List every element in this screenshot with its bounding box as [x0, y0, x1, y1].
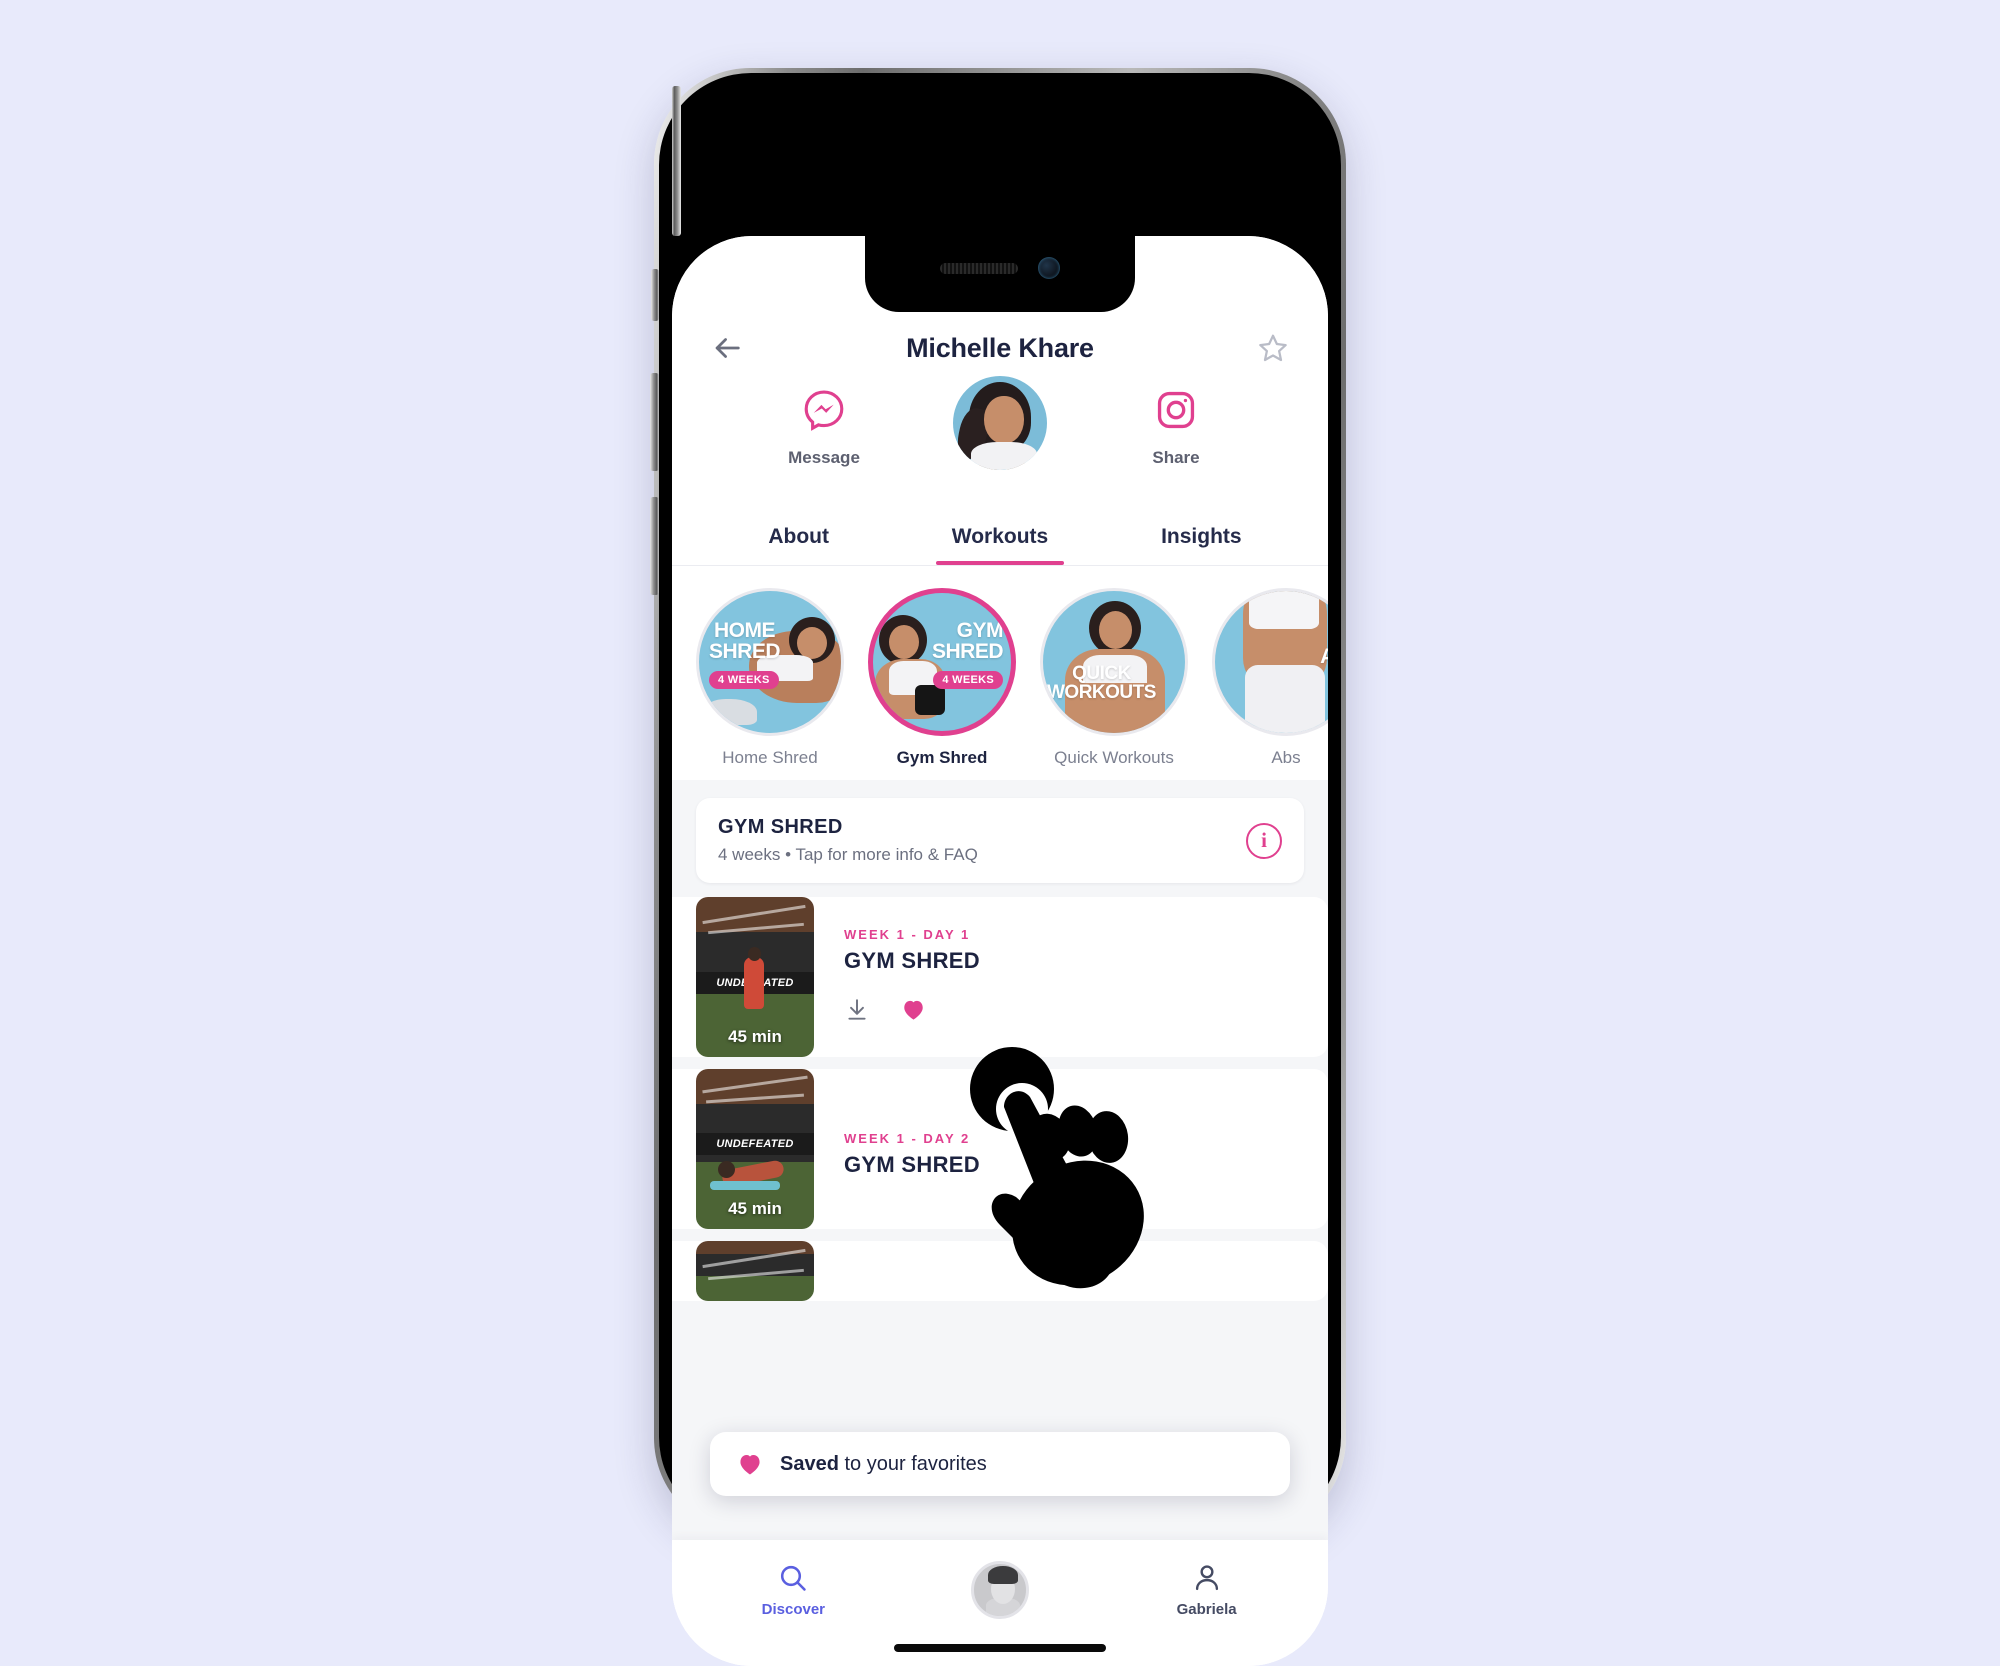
workout-card[interactable]: UNDEFEATED 45 min WEEK 1 - DAY 2 GYM SHR…: [672, 1069, 1328, 1229]
program-info-title: GYM SHRED: [718, 816, 843, 838]
person-icon: [1195, 1565, 1218, 1591]
back-button[interactable]: [704, 325, 750, 371]
program-badge: 4 WEEKS: [933, 671, 1003, 689]
program-label: Home Shred: [722, 748, 818, 767]
program-gym-shred[interactable]: GYM SHRED 4 WEEKS Gym Shred: [868, 588, 1016, 768]
workout-title: GYM SHRED: [844, 948, 980, 973]
share-label: Share: [1152, 448, 1200, 467]
instagram-icon: [1157, 391, 1195, 429]
front-camera-icon: [1038, 257, 1060, 279]
workout-info: WEEK 1 - DAY 1 GYM SHRED: [814, 897, 1328, 1057]
workout-title: GYM SHRED: [844, 1152, 980, 1177]
program-label: Abs: [1271, 748, 1301, 767]
program-thumbnail: GYM SHRED 4 WEEKS: [868, 588, 1016, 736]
workout-info: [814, 1241, 1328, 1301]
toast-notification: Saved to your favorites: [710, 1432, 1290, 1496]
heart-filled-icon[interactable]: [900, 996, 927, 1023]
program-quick-workouts[interactable]: QUICK WORKOUTS Quick Workouts: [1040, 588, 1188, 768]
workout-duration: 45 min: [728, 1027, 782, 1046]
workout-info: WEEK 1 - DAY 2 GYM SHRED: [814, 1069, 1328, 1229]
tab-workouts[interactable]: Workouts: [899, 525, 1100, 565]
program-info-subtitle: 4 weeks • Tap for more info & FAQ: [718, 845, 978, 864]
program-abs[interactable]: ABS Abs: [1212, 588, 1328, 768]
tab-about[interactable]: About: [698, 525, 899, 565]
home-indicator: [894, 1644, 1106, 1652]
arrow-left-icon: [715, 338, 740, 358]
instagram-icon-wrap: [1155, 382, 1197, 438]
share-button[interactable]: Share: [1117, 382, 1235, 468]
program-circle-text: HOME SHRED: [709, 619, 781, 663]
workout-actions: [844, 996, 1306, 1023]
phone-notch: [865, 236, 1135, 312]
program-thumbnail: QUICK WORKOUTS: [1040, 588, 1188, 736]
program-home-shred[interactable]: HOME SHRED 4 WEEKS Home Shred: [696, 588, 844, 768]
workout-week: WEEK 1 - DAY 1: [844, 927, 971, 942]
bottom-nav-discover[interactable]: Discover: [718, 1562, 868, 1618]
mute-switch-button[interactable]: [651, 269, 659, 321]
phone-device-frame: Michelle Khare Message Share About Worko…: [650, 68, 1346, 1666]
thumbnail-banner-text: UNDEFEATED: [696, 1133, 814, 1155]
power-button[interactable]: [672, 86, 681, 236]
avatar: [951, 374, 1049, 472]
program-info-section: GYM SHRED 4 weeks • Tap for more info & …: [672, 780, 1328, 897]
heart-filled-icon: [740, 1455, 760, 1475]
tab-insights[interactable]: Insights: [1101, 525, 1302, 565]
message-label: Message: [788, 448, 860, 467]
toast-text: Saved to your favorites: [780, 1453, 987, 1476]
speaker-grille-icon: [940, 262, 1018, 274]
volume-up-button[interactable]: [650, 373, 659, 471]
program-info-card[interactable]: GYM SHRED 4 weeks • Tap for more info & …: [696, 798, 1304, 883]
info-circle-icon[interactable]: i: [1246, 822, 1282, 859]
app-viewport: Michelle Khare Message Share About Worko…: [672, 236, 1328, 1666]
program-thumbnail: HOME SHRED 4 WEEKS: [696, 588, 844, 736]
program-info-text: GYM SHRED 4 weeks • Tap for more info & …: [718, 816, 978, 865]
workout-card[interactable]: UNDEFEATED 45 min WEEK 1 - DAY 1 GYM SHR…: [672, 897, 1328, 1057]
message-button[interactable]: Message: [765, 382, 883, 468]
program-label: Quick Workouts: [1054, 748, 1174, 767]
toast-rest: to your favorites: [838, 1452, 987, 1475]
workout-thumbnail: [696, 1241, 814, 1301]
volume-down-button[interactable]: [650, 497, 659, 595]
workout-week: WEEK 1 - DAY 2: [844, 1131, 971, 1146]
favorite-profile-button[interactable]: [1250, 325, 1296, 371]
program-thumbnail: ABS: [1212, 588, 1328, 736]
bottom-nav-label: Gabriela: [1176, 1601, 1237, 1618]
workout-list[interactable]: UNDEFEATED 45 min WEEK 1 - DAY 1 GYM SHR…: [672, 897, 1328, 1540]
profile-avatar-button[interactable]: [951, 374, 1049, 472]
workout-duration: 45 min: [728, 1199, 782, 1218]
profile-action-row: Message Share: [672, 372, 1328, 494]
toast-bold: Saved: [780, 1452, 839, 1475]
messenger-icon: [804, 390, 844, 431]
bottom-nav-profile-avatar[interactable]: [925, 1561, 1075, 1619]
bottom-nav-gabriela[interactable]: Gabriela: [1132, 1562, 1282, 1618]
bottom-nav-label: Discover: [761, 1601, 826, 1618]
phone-screen: Michelle Khare Message Share About Worko…: [672, 236, 1328, 1666]
program-label: Gym Shred: [896, 748, 988, 767]
profile-tabs: About Workouts Insights: [672, 494, 1328, 566]
program-badge: 4 WEEKS: [709, 671, 779, 689]
center-avatar: [970, 1561, 1029, 1619]
page-title: Michelle Khare: [906, 332, 1094, 363]
program-circle-text: ABS: [1320, 646, 1328, 668]
workout-thumbnail: UNDEFEATED 45 min: [696, 1069, 814, 1229]
download-icon[interactable]: [844, 997, 870, 1023]
messenger-icon-wrap: [802, 382, 846, 438]
workout-thumbnail: UNDEFEATED 45 min: [696, 897, 814, 1057]
search-icon: [781, 1565, 807, 1591]
program-circle-text: GYM SHRED: [931, 619, 1004, 663]
star-outline-icon: [1259, 334, 1287, 362]
workout-card[interactable]: [672, 1241, 1328, 1301]
program-carousel[interactable]: HOME SHRED 4 WEEKS Home Shred GYM SHRED …: [672, 566, 1328, 780]
phone-bezel: Michelle Khare Message Share About Worko…: [650, 73, 1341, 1666]
program-circle-text: QUICK WORKOUTS: [1047, 663, 1156, 703]
